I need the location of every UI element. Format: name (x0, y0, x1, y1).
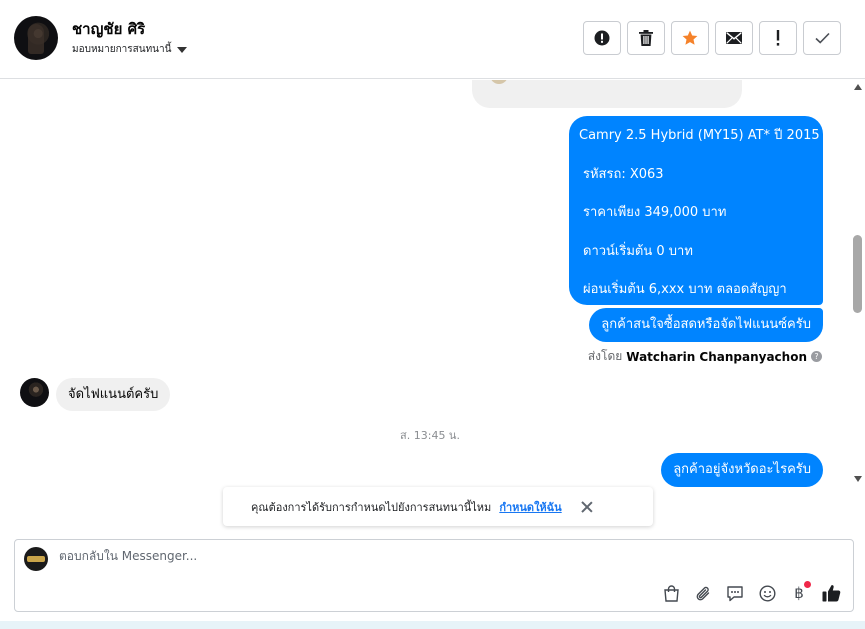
outgoing-message-province[interactable]: ลูกค้าอยู่จังหวัดอะไรครับ (661, 453, 823, 487)
emoji-icon[interactable] (755, 581, 779, 605)
help-icon[interactable]: ? (811, 351, 822, 362)
timestamp-separator: ส. 13:45 น. (400, 429, 460, 442)
mark-done-button[interactable] (803, 21, 841, 55)
alert-circle-icon (594, 30, 610, 46)
assign-label: มอบหมายการสนทนานี้ (72, 44, 172, 55)
baht-icon[interactable]: ฿ (787, 581, 811, 605)
previous-message-bubble (472, 80, 742, 108)
bottom-strip (0, 621, 865, 629)
saved-reply-icon[interactable] (723, 581, 747, 605)
composer-tools: ฿ (659, 581, 843, 605)
caret-down-icon (177, 46, 188, 53)
envelope-icon (726, 32, 742, 44)
car-code-line: รหัสรถ: X063 (583, 166, 664, 182)
baht-symbol: ฿ (794, 584, 804, 602)
scrollbar-thumb[interactable] (853, 235, 862, 313)
reply-input[interactable] (59, 549, 759, 563)
conversation-actions (583, 21, 841, 55)
paperclip-icon[interactable] (691, 581, 715, 605)
assign-conversation-dropdown[interactable]: มอบหมายการสนทนานี้ (72, 42, 188, 57)
contact-avatar-small (20, 378, 49, 407)
assign-to-me-link[interactable]: กำหนดให้ฉัน (499, 498, 561, 516)
mark-unread-button[interactable] (715, 21, 753, 55)
mark-spam-button[interactable] (583, 21, 621, 55)
scroll-down-arrow-icon[interactable] (854, 476, 862, 482)
car-down-payment-line: ดาวน์เริ่มต้น 0 บาท (583, 243, 693, 259)
outgoing-message-car-details[interactable]: Camry 2.5 Hybrid (MY15) AT* ปี 2015 รหัส… (569, 116, 823, 305)
trash-icon (639, 30, 653, 46)
shopping-bag-icon[interactable] (659, 581, 683, 605)
car-price-line: ราคาเพียง 349,000 บาท (583, 205, 727, 220)
assign-prompt-toast: คุณต้องการได้รับการกำหนดไปยังการสนทนานี้… (223, 487, 653, 526)
star-button[interactable] (671, 21, 709, 55)
sent-by-name: Watcharin Chanpanyachon (626, 349, 807, 364)
assign-prompt-text: คุณต้องการได้รับการกำหนดไปยังการสนทนานี้… (251, 500, 492, 514)
reply-composer: ฿ (14, 539, 854, 612)
delete-button[interactable] (627, 21, 665, 55)
check-icon (814, 32, 830, 44)
follow-up-button[interactable] (759, 21, 797, 55)
contact-avatar[interactable] (14, 16, 58, 60)
exclamation-icon (776, 30, 780, 46)
outgoing-message-question[interactable]: ลูกค้าสนใจซื้อสดหรือจัดไฟแนนซ์ครับ (589, 308, 823, 342)
conversation-header: ชาญชัย ศิริ มอบหมายการสนทนานี้ (0, 0, 865, 79)
close-icon[interactable] (580, 500, 594, 514)
star-icon (682, 30, 698, 45)
sent-by-label: ส่งโดย Watcharin Chanpanyachon ? (588, 347, 822, 366)
contact-name[interactable]: ชาญชัย ศิริ (72, 17, 145, 41)
car-installment-line: ผ่อนเริ่มต้น 6,xxx บาท ตลอดสัญญา (583, 282, 787, 297)
thumbs-up-icon[interactable] (819, 581, 843, 605)
page-avatar (24, 547, 48, 571)
thread-scrollbar[interactable] (850, 80, 865, 490)
incoming-message[interactable]: จัดไฟแนนต์ครับ (56, 378, 171, 411)
message-thread: Camry 2.5 Hybrid (MY15) AT* ปี 2015 รหัส… (0, 80, 850, 490)
car-model-line: Camry 2.5 Hybrid (MY15) AT* ปี 2015 (579, 128, 820, 143)
notification-dot (804, 581, 811, 588)
sent-by-prefix: ส่งโดย (587, 349, 623, 363)
scroll-up-arrow-icon[interactable] (854, 84, 862, 90)
